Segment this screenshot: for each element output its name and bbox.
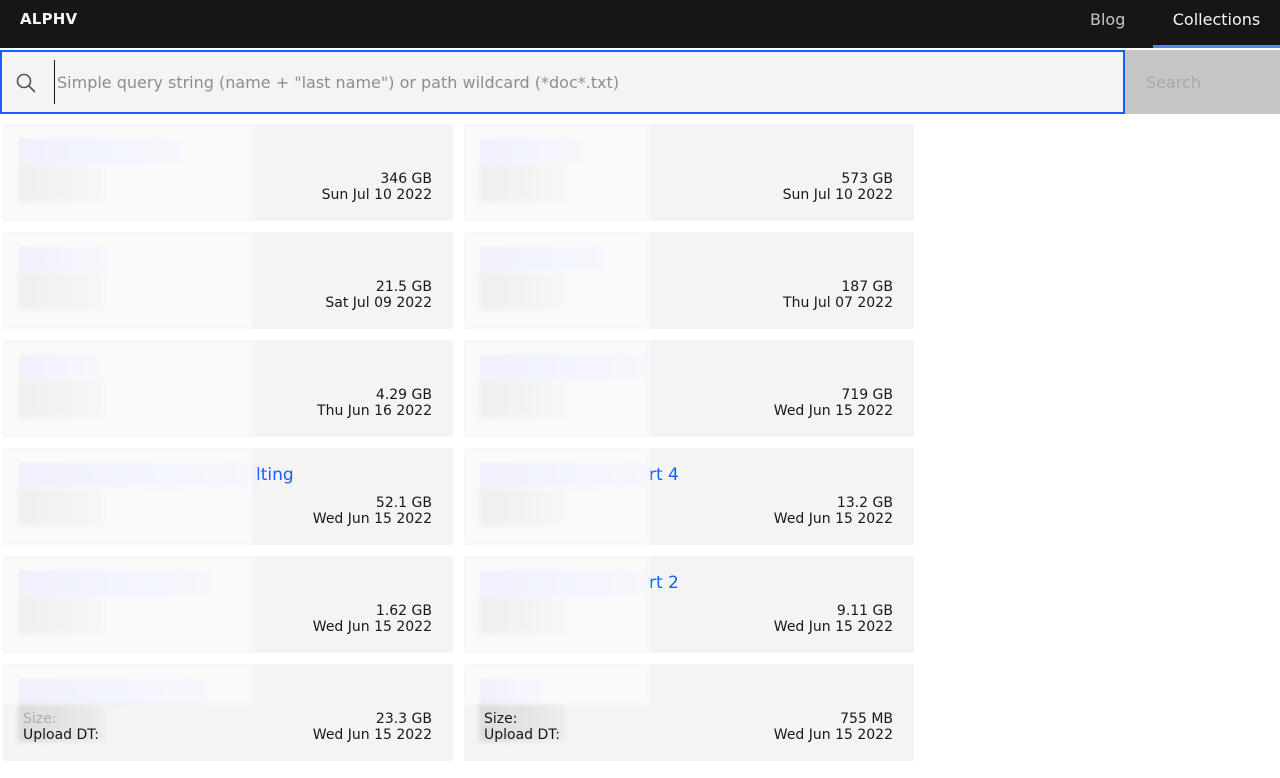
collection-title-text: rt 4 bbox=[649, 465, 679, 485]
redacted-title-blur bbox=[18, 246, 108, 272]
collection-card[interactable]: lting Size: Upload DT: 52.1 GB Wed Jun 1… bbox=[3, 448, 453, 545]
collection-size: 346 GB bbox=[380, 171, 432, 187]
redacted-title-blur bbox=[479, 354, 649, 380]
collection-upload-date: Sun Jul 10 2022 bbox=[321, 187, 432, 203]
redacted-title-blur bbox=[18, 138, 183, 164]
collection-size: 755 MB bbox=[840, 711, 893, 727]
collection-card[interactable]: Size: Upload DT: 573 GB Sun Jul 10 2022 bbox=[464, 124, 914, 221]
collection-size: 13.2 GB bbox=[836, 495, 893, 511]
search-bar bbox=[0, 50, 1125, 114]
collection-card[interactable]: Size: Upload DT: 187 GB Thu Jul 07 2022 bbox=[464, 232, 914, 329]
collection-title-text: lting bbox=[256, 465, 294, 485]
collection-size: 9.11 GB bbox=[836, 603, 893, 619]
collection-size: 21.5 GB bbox=[375, 279, 432, 295]
collection-size: 719 GB bbox=[841, 387, 893, 403]
collection-size: 52.1 GB bbox=[375, 495, 432, 511]
collection-upload-date: Wed Jun 15 2022 bbox=[773, 619, 893, 635]
collection-upload-date: Wed Jun 15 2022 bbox=[312, 511, 432, 527]
collection-size: 4.29 GB bbox=[375, 387, 432, 403]
collection-upload-date: Sat Jul 09 2022 bbox=[325, 295, 432, 311]
collection-upload-date: Sun Jul 10 2022 bbox=[782, 187, 893, 203]
collection-size: 1.62 GB bbox=[375, 603, 432, 619]
collection-card[interactable]: Size: Upload DT: 346 GB Sun Jul 10 2022 bbox=[3, 124, 453, 221]
collection-upload-date: Thu Jun 16 2022 bbox=[317, 403, 432, 419]
search-icon bbox=[16, 73, 36, 93]
redacted-meta-blur bbox=[479, 380, 565, 418]
collection-card[interactable]: Size: Upload DT: 21.5 GB Sat Jul 09 2022 bbox=[3, 232, 453, 329]
nav-link-collections[interactable]: Collections bbox=[1153, 0, 1280, 48]
upload-date-label: Upload DT: bbox=[23, 727, 100, 743]
collection-card[interactable]: Size: Upload DT: 23.3 GB Wed Jun 15 2022 bbox=[3, 664, 453, 761]
redacted-meta-blur bbox=[479, 272, 565, 310]
size-label: Size: bbox=[484, 711, 518, 727]
redacted-meta-blur bbox=[479, 596, 565, 634]
collection-size: 573 GB bbox=[841, 171, 893, 187]
top-navigation-bar: ALPHV Blog Collections bbox=[0, 0, 1280, 48]
collection-card[interactable]: rt 4 Size: Upload DT: 13.2 GB Wed Jun 15… bbox=[464, 448, 914, 545]
redacted-meta-blur bbox=[18, 380, 104, 418]
collection-upload-date: Wed Jun 15 2022 bbox=[312, 727, 432, 743]
upload-date-label: Upload DT: bbox=[484, 727, 561, 743]
redacted-title-blur bbox=[18, 570, 213, 596]
redacted-title-blur bbox=[479, 246, 607, 272]
redacted-title-blur bbox=[18, 354, 103, 380]
redacted-title-blur bbox=[479, 138, 584, 164]
collection-upload-date: Wed Jun 15 2022 bbox=[773, 727, 893, 743]
collection-upload-date: Thu Jul 07 2022 bbox=[783, 295, 893, 311]
redacted-title-blur bbox=[479, 570, 649, 596]
size-label: Size: bbox=[23, 711, 57, 727]
collection-size: 23.3 GB bbox=[375, 711, 432, 727]
nav-link-blog[interactable]: Blog bbox=[1090, 0, 1125, 48]
collections-grid: Size: Upload DT: 346 GB Sun Jul 10 2022 … bbox=[3, 124, 915, 761]
redacted-meta-blur bbox=[18, 164, 104, 202]
collection-card[interactable]: Size: Upload DT: 1.62 GB Wed Jun 15 2022 bbox=[3, 556, 453, 653]
collection-size: 187 GB bbox=[841, 279, 893, 295]
redacted-meta-blur bbox=[479, 488, 565, 526]
search-input[interactable] bbox=[54, 60, 1114, 104]
collection-card[interactable]: Size: Upload DT: 4.29 GB Thu Jun 16 2022 bbox=[3, 340, 453, 437]
redacted-meta-blur bbox=[18, 488, 104, 526]
search-button[interactable]: Search bbox=[1125, 50, 1280, 114]
collection-card[interactable]: rt 2 Size: Upload DT: 9.11 GB Wed Jun 15… bbox=[464, 556, 914, 653]
brand-logo[interactable]: ALPHV bbox=[20, 0, 77, 48]
redacted-title-blur bbox=[479, 678, 544, 704]
collection-upload-date: Wed Jun 15 2022 bbox=[773, 511, 893, 527]
redacted-title-blur bbox=[18, 462, 256, 488]
redacted-meta-blur bbox=[479, 164, 565, 202]
collection-upload-date: Wed Jun 15 2022 bbox=[773, 403, 893, 419]
redacted-meta-blur bbox=[18, 596, 104, 634]
collection-card[interactable]: Size: Upload DT: 719 GB Wed Jun 15 2022 bbox=[464, 340, 914, 437]
collection-card[interactable]: Size: Upload DT: 755 MB Wed Jun 15 2022 bbox=[464, 664, 914, 761]
collection-title-text: rt 2 bbox=[649, 573, 679, 593]
redacted-meta-blur bbox=[18, 272, 104, 310]
redacted-title-blur bbox=[479, 462, 649, 488]
redacted-title-blur bbox=[18, 678, 208, 704]
collection-upload-date: Wed Jun 15 2022 bbox=[312, 619, 432, 635]
